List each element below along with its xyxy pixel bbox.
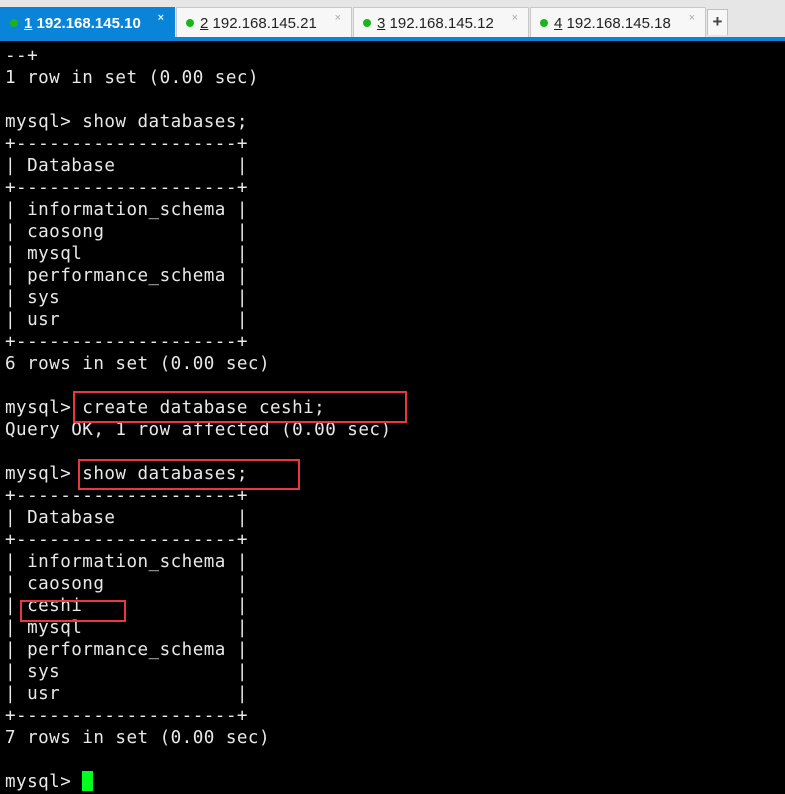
prompt: mysql>: [5, 772, 83, 792]
status-dot-icon: [363, 19, 371, 27]
terminal-line: +--------------------+: [5, 332, 248, 352]
close-icon[interactable]: ×: [689, 12, 695, 24]
terminal-line: | sys |: [5, 662, 248, 682]
tab-session-3[interactable]: 3 192.168.145.12 ×: [353, 7, 529, 37]
terminal-prompt-line[interactable]: mysql>: [5, 771, 785, 793]
status-dot-icon: [186, 19, 194, 27]
tab-host: 192.168.145.12: [389, 15, 494, 32]
tab-session-4[interactable]: 4 192.168.145.18 ×: [530, 7, 706, 37]
terminal-line: | caosong |: [5, 222, 248, 242]
terminal-line: | information_schema |: [5, 200, 248, 220]
tab-host: 192.168.145.18: [566, 15, 671, 32]
terminal-line: | usr |: [5, 310, 248, 330]
terminal-line: 1 row in set (0.00 sec): [5, 68, 259, 88]
tab-bar: 1 192.168.145.10 × 2 192.168.145.21 × 3 …: [0, 0, 785, 41]
tab-session-2[interactable]: 2 192.168.145.21 ×: [176, 7, 352, 37]
terminal-line: | mysql |: [5, 244, 248, 264]
terminal-line: | caosong |: [5, 574, 248, 594]
terminal-line: 7 rows in set (0.00 sec): [5, 728, 271, 748]
tab-host: 192.168.145.21: [212, 15, 317, 32]
close-icon[interactable]: ×: [512, 12, 518, 24]
terminal-line: +--------------------+: [5, 530, 248, 550]
highlight-create-command: [73, 391, 407, 423]
terminal-line: +--------------------+: [5, 706, 248, 726]
tab-number: 3: [377, 15, 386, 32]
highlight-show-command: [78, 459, 300, 490]
tab-bar-accent-line: [0, 37, 785, 41]
tab-number: 2: [200, 15, 209, 32]
terminal-line: +--------------------+: [5, 134, 248, 154]
terminal-line: | performance_schema |: [5, 266, 248, 286]
terminal-line: | performance_schema |: [5, 640, 248, 660]
terminal-line: | Database |: [5, 508, 248, 528]
terminal-line: 6 rows in set (0.00 sec): [5, 354, 271, 374]
terminal-line: | sys |: [5, 288, 248, 308]
terminal-line: mysql> show databases;: [5, 112, 248, 132]
tab-number: 1: [24, 15, 33, 32]
close-icon[interactable]: ×: [335, 12, 341, 24]
add-tab-button[interactable]: +: [707, 9, 728, 35]
terminal-line: | information_schema |: [5, 552, 248, 572]
terminal-line: | usr |: [5, 684, 248, 704]
cursor: [82, 771, 94, 791]
close-icon[interactable]: ×: [158, 12, 164, 24]
tab-session-1[interactable]: 1 192.168.145.10 ×: [0, 7, 175, 41]
terminal-line: --+: [5, 46, 39, 66]
tab-number: 4: [554, 15, 563, 32]
status-dot-icon: [10, 19, 18, 27]
highlight-ceshi-row: [20, 600, 126, 622]
terminal-line: +--------------------+: [5, 178, 248, 198]
status-dot-icon: [540, 19, 548, 27]
terminal-line: | Database |: [5, 156, 248, 176]
tab-host: 192.168.145.10: [36, 15, 141, 32]
